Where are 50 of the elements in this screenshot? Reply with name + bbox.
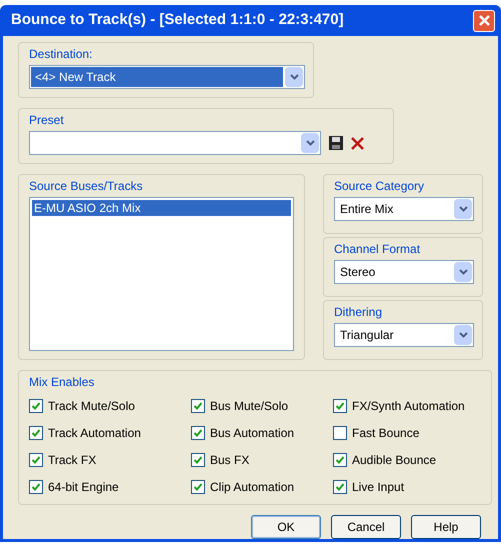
checkbox[interactable]	[191, 399, 205, 413]
close-button[interactable]	[473, 10, 495, 32]
checkbox-label: Track FX	[48, 452, 96, 469]
group-label: Source Buses/Tracks	[29, 178, 144, 195]
checkbox-label: Bus Mute/Solo	[210, 398, 288, 415]
checkbox-label: Fast Bounce	[352, 425, 420, 442]
dropdown-value: <4> New Track	[35, 69, 116, 86]
checkbox-label: 64-bit Engine	[48, 479, 119, 496]
checkbox-label: Track Mute/Solo	[48, 398, 135, 415]
list-item[interactable]: E-MU ASIO 2ch Mix	[32, 200, 291, 216]
checkbox[interactable]	[333, 453, 347, 467]
dialog-button[interactable]: Help	[411, 515, 481, 539]
group-label: Destination:	[29, 46, 94, 63]
checkbox[interactable]	[191, 426, 205, 440]
checkbox[interactable]	[29, 399, 43, 413]
track-list[interactable]: E-MU ASIO 2ch Mix	[29, 197, 294, 351]
checkbox[interactable]	[333, 480, 347, 494]
checkbox-label: Bus Automation	[210, 425, 294, 442]
dropdown[interactable]: Triangular	[334, 323, 474, 347]
save-icon[interactable]	[329, 136, 343, 150]
checkbox-label: FX/Synth Automation	[352, 398, 465, 415]
dropdown-value: Triangular	[340, 327, 394, 344]
group-label: Preset	[29, 112, 65, 129]
checkbox-label: Clip Automation	[210, 479, 294, 496]
checkbox[interactable]	[29, 426, 43, 440]
checkbox[interactable]	[191, 480, 205, 494]
checkbox-label: Track Automation	[48, 425, 141, 442]
group-label: Channel Format	[334, 241, 422, 258]
checkbox[interactable]	[333, 426, 347, 440]
checkbox[interactable]	[29, 480, 43, 494]
window-title: Bounce to Track(s) - [Selected 1:1:0 - 22:3:470]	[11, 10, 344, 30]
checkbox-label: Audible Bounce	[352, 452, 436, 469]
group-label: Source Category	[334, 178, 426, 195]
dropdown[interactable]: <4> New Track	[29, 65, 305, 89]
dropdown-value: Entire Mix	[340, 201, 394, 218]
checkbox[interactable]	[29, 453, 43, 467]
dialog-button[interactable]: Cancel	[331, 515, 401, 539]
dropdown[interactable]: Entire Mix	[334, 197, 474, 221]
checkbox[interactable]	[333, 399, 347, 413]
checkbox-label: Bus FX	[210, 452, 250, 469]
dropdown[interactable]	[29, 131, 321, 155]
delete-icon[interactable]	[351, 136, 364, 150]
checkbox[interactable]	[191, 453, 205, 467]
dropdown-value: Stereo	[340, 264, 376, 281]
dropdown[interactable]: Stereo	[334, 260, 474, 284]
group-label: Mix Enables	[29, 374, 96, 391]
dialog-button[interactable]: OK	[251, 515, 321, 539]
group-label: Dithering	[334, 304, 384, 321]
close-icon	[478, 15, 490, 26]
checkbox-label: Live Input	[352, 479, 404, 496]
